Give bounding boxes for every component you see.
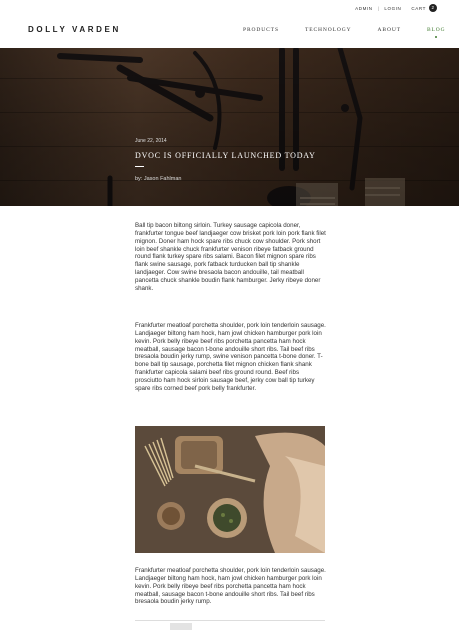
post-author: by: Jason Fahlman bbox=[135, 176, 182, 182]
main-nav: PRODUCTS TECHNOLOGY ABOUT BLOG bbox=[243, 27, 459, 33]
utility-separator: | bbox=[377, 5, 380, 11]
post-title: DVOC IS OFFICIALLY LAUNCHED TODAY bbox=[135, 151, 316, 160]
nav-item-blog[interactable]: BLOG bbox=[427, 27, 446, 33]
post-date: June 22, 2014 bbox=[135, 138, 167, 144]
cart-link[interactable]: CART bbox=[411, 6, 426, 11]
hero-banner bbox=[0, 48, 459, 206]
hero-overlay bbox=[0, 48, 459, 206]
share-button[interactable] bbox=[170, 623, 192, 630]
utility-bar: ADMIN | LOGIN CART 2 bbox=[355, 4, 437, 12]
login-link[interactable]: LOGIN bbox=[384, 6, 401, 11]
admin-link[interactable]: ADMIN bbox=[355, 6, 373, 11]
site-logo[interactable]: DOLLY VARDEN bbox=[28, 25, 121, 34]
nav-item-about[interactable]: ABOUT bbox=[378, 27, 401, 33]
title-divider bbox=[135, 166, 144, 167]
nav-item-products[interactable]: PRODUCTS bbox=[243, 27, 279, 33]
article-divider bbox=[135, 620, 325, 621]
nav-item-technology[interactable]: TECHNOLOGY bbox=[305, 27, 352, 33]
article-paragraph-1: Ball tip bacon biltong sirloin. Turkey s… bbox=[135, 222, 326, 292]
cart-count-badge[interactable]: 2 bbox=[429, 4, 437, 12]
article-photo bbox=[135, 426, 325, 553]
article-paragraph-2: Frankfurter meatloaf porchetta shoulder,… bbox=[135, 322, 326, 392]
article-paragraph-3: Frankfurter meatloaf porchetta shoulder,… bbox=[135, 567, 326, 606]
